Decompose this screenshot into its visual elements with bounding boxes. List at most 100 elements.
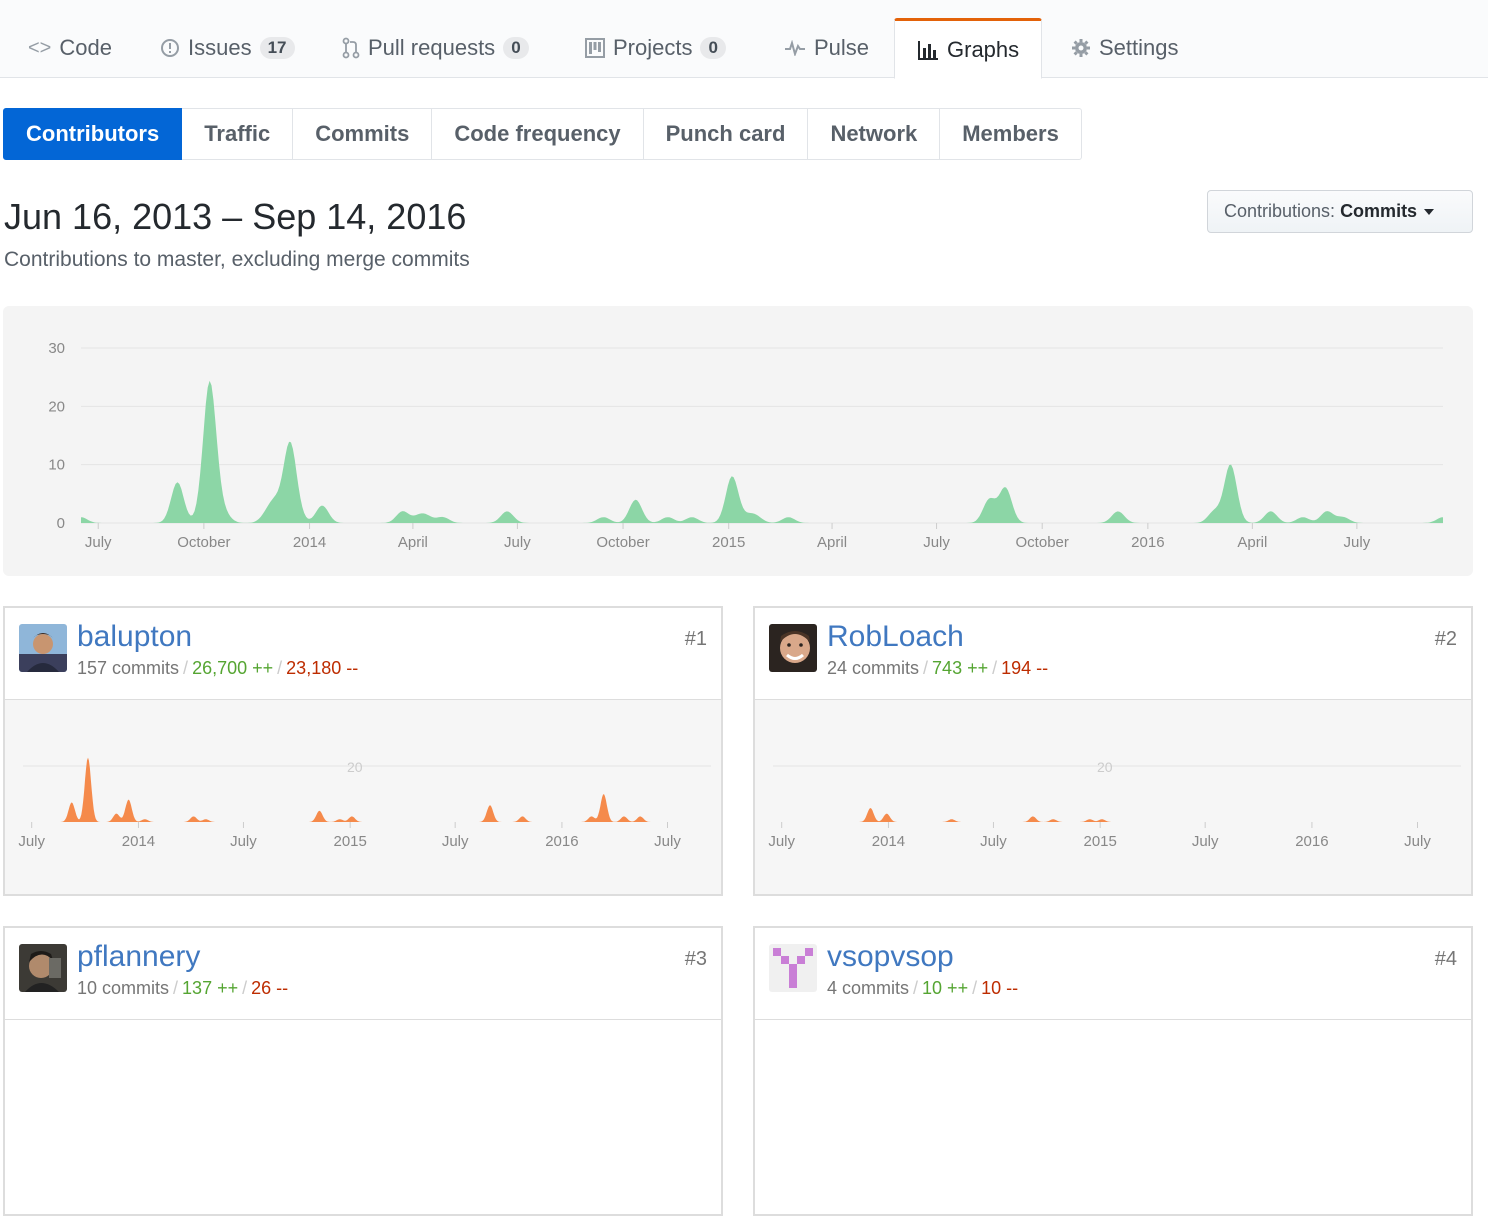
x-tick-label: 2015 xyxy=(1083,833,1116,850)
x-tick-label: July xyxy=(18,833,45,850)
tab-code[interactable]: <> Code xyxy=(6,18,134,78)
x-tick-label: July xyxy=(1344,534,1371,551)
y-tick-label: 20 xyxy=(347,759,363,775)
x-tick-label: 2015 xyxy=(333,833,366,850)
graphs-subnav: Contributors Traffic Commits Code freque… xyxy=(3,108,1082,160)
x-tick-label: July xyxy=(230,833,257,850)
gear-icon xyxy=(1071,38,1091,58)
contributor-stats: 10 commits/137 ++/26 -- xyxy=(77,978,289,998)
avatar[interactable] xyxy=(19,624,67,672)
y-tick-label: 0 xyxy=(57,515,65,532)
contributor-chart-svg: 20 July 2014 July 2015 July 2016 July xyxy=(768,759,1461,850)
projects-counter: 0 xyxy=(700,37,726,59)
x-tick-label: July xyxy=(654,833,681,850)
deletions-count: 194 -- xyxy=(1001,658,1049,678)
contributor-chart: 20 July 2014 July 2015 July 2016 July xyxy=(755,700,1471,894)
subnav-traffic[interactable]: Traffic xyxy=(181,108,294,160)
x-tick-label: April xyxy=(1237,534,1267,551)
contributor-login[interactable]: RobLoach xyxy=(827,620,964,654)
contributor-card: pflannery 10 commits/137 ++/26 -- #3 xyxy=(3,926,723,1216)
tab-label: Pulse xyxy=(814,35,870,60)
contributor-stats: 157 commits/26,700 ++/23,180 -- xyxy=(77,658,359,678)
subnav-commits[interactable]: Commits xyxy=(292,108,433,160)
graph-subtitle: Contributions to master, excluding merge… xyxy=(4,248,470,271)
y-tick-label: 10 xyxy=(48,457,65,474)
tab-label: Settings xyxy=(1099,35,1179,60)
tab-label: Code xyxy=(59,35,112,60)
issues-counter: 17 xyxy=(259,37,295,59)
tab-projects[interactable]: Projects 0 xyxy=(563,18,748,78)
x-tick-label: 2016 xyxy=(1295,833,1328,850)
contributor-chart: 20 July 2014 July 2015 July 2016 July xyxy=(5,700,721,894)
x-tick-label: October xyxy=(177,534,230,551)
subnav-network[interactable]: Network xyxy=(807,108,941,160)
contributions-type-select[interactable]: Contributions: Commits xyxy=(1207,190,1473,233)
avatar[interactable] xyxy=(19,944,67,992)
x-tick-label: July xyxy=(923,534,950,551)
x-tick-label: 2014 xyxy=(122,833,155,850)
x-tick-label: July xyxy=(768,833,795,850)
contributor-rank: #2 xyxy=(1434,628,1457,650)
subnav-code-frequency[interactable]: Code frequency xyxy=(431,108,644,160)
contributors-overview-chart: 0 10 20 30 July October 2014 April July October 20… xyxy=(3,306,1473,576)
x-tick-label: April xyxy=(398,534,428,551)
x-tick-label: April xyxy=(817,534,847,551)
avatar[interactable] xyxy=(769,944,817,992)
contributor-rank: #3 xyxy=(684,948,707,970)
contributor-stats: 4 commits/10 ++/10 -- xyxy=(827,978,1019,998)
y-tick-label: 20 xyxy=(1097,759,1113,775)
contributor-card: RobLoach 24 commits/743 ++/194 -- #2 20 J… xyxy=(753,606,1473,896)
tab-issues[interactable]: Issues 17 xyxy=(138,18,317,78)
commit-count: 157 commits xyxy=(77,658,180,678)
contributor-rank: #4 xyxy=(1434,948,1457,970)
contributor-login[interactable]: balupton xyxy=(77,620,192,654)
tab-pulse[interactable]: Pulse xyxy=(762,18,891,78)
caret-down-icon xyxy=(1424,208,1435,215)
tab-settings[interactable]: Settings xyxy=(1049,18,1201,78)
pull-requests-counter: 0 xyxy=(503,37,529,59)
overview-chart-svg: 0 10 20 30 July October 2014 April July October 20… xyxy=(48,340,1443,551)
y-tick-label: 20 xyxy=(48,398,65,415)
contributor-login[interactable]: vsopvsop xyxy=(827,940,954,974)
code-icon: <> xyxy=(28,36,52,59)
commit-count: 24 commits xyxy=(827,658,920,678)
tab-pull-requests[interactable]: Pull requests 0 xyxy=(320,18,551,78)
x-tick-label: 2016 xyxy=(545,833,578,850)
deletions-count: 10 -- xyxy=(981,978,1019,998)
x-tick-label: July xyxy=(442,833,469,850)
x-tick-label: 2015 xyxy=(712,534,745,551)
select-prefix: Contributions: xyxy=(1224,201,1336,221)
subnav-punch-card[interactable]: Punch card xyxy=(642,108,809,160)
select-value: Commits xyxy=(1340,201,1418,221)
avatar[interactable] xyxy=(769,624,817,672)
x-tick-label: 2014 xyxy=(872,833,905,850)
contributor-header: RobLoach 24 commits/743 ++/194 -- #2 xyxy=(755,608,1471,700)
contributor-rank: #1 xyxy=(684,628,707,650)
additions-count: 26,700 ++ xyxy=(192,658,274,678)
subnav-members[interactable]: Members xyxy=(939,108,1082,160)
tab-label: Graphs xyxy=(947,36,1020,62)
additions-count: 10 ++ xyxy=(922,978,969,998)
deletions-count: 26 -- xyxy=(251,978,289,998)
repo-nav: <> Code Issues 17 Pull requests 0 Projec… xyxy=(0,0,1488,79)
subnav-contributors[interactable]: Contributors xyxy=(3,108,183,160)
tab-graphs[interactable]: Graphs xyxy=(894,18,1043,79)
x-tick-label: October xyxy=(596,534,649,551)
deletions-count: 23,180 -- xyxy=(286,658,359,678)
contributor-card: vsopvsop 4 commits/10 ++/10 -- #4 xyxy=(753,926,1473,1216)
tab-label: Pull requests xyxy=(368,35,496,60)
pull-request-icon xyxy=(342,37,360,59)
x-tick-label: July xyxy=(980,833,1007,850)
x-tick-label: 2016 xyxy=(1131,534,1164,551)
commit-count: 4 commits xyxy=(827,978,910,998)
additions-count: 743 ++ xyxy=(932,658,989,678)
contributor-header: balupton 157 commits/26,700 ++/23,180 --… xyxy=(5,608,721,700)
contributor-login[interactable]: pflannery xyxy=(77,940,200,974)
date-range-title: Jun 16, 2013 – Sep 14, 2016 xyxy=(4,196,467,237)
x-tick-label: July xyxy=(504,534,531,551)
project-icon xyxy=(585,38,605,58)
graph-icon xyxy=(917,40,939,60)
series-area xyxy=(773,808,1461,822)
x-tick-label: 2014 xyxy=(293,534,326,551)
contributor-stats: 24 commits/743 ++/194 -- xyxy=(827,658,1049,678)
